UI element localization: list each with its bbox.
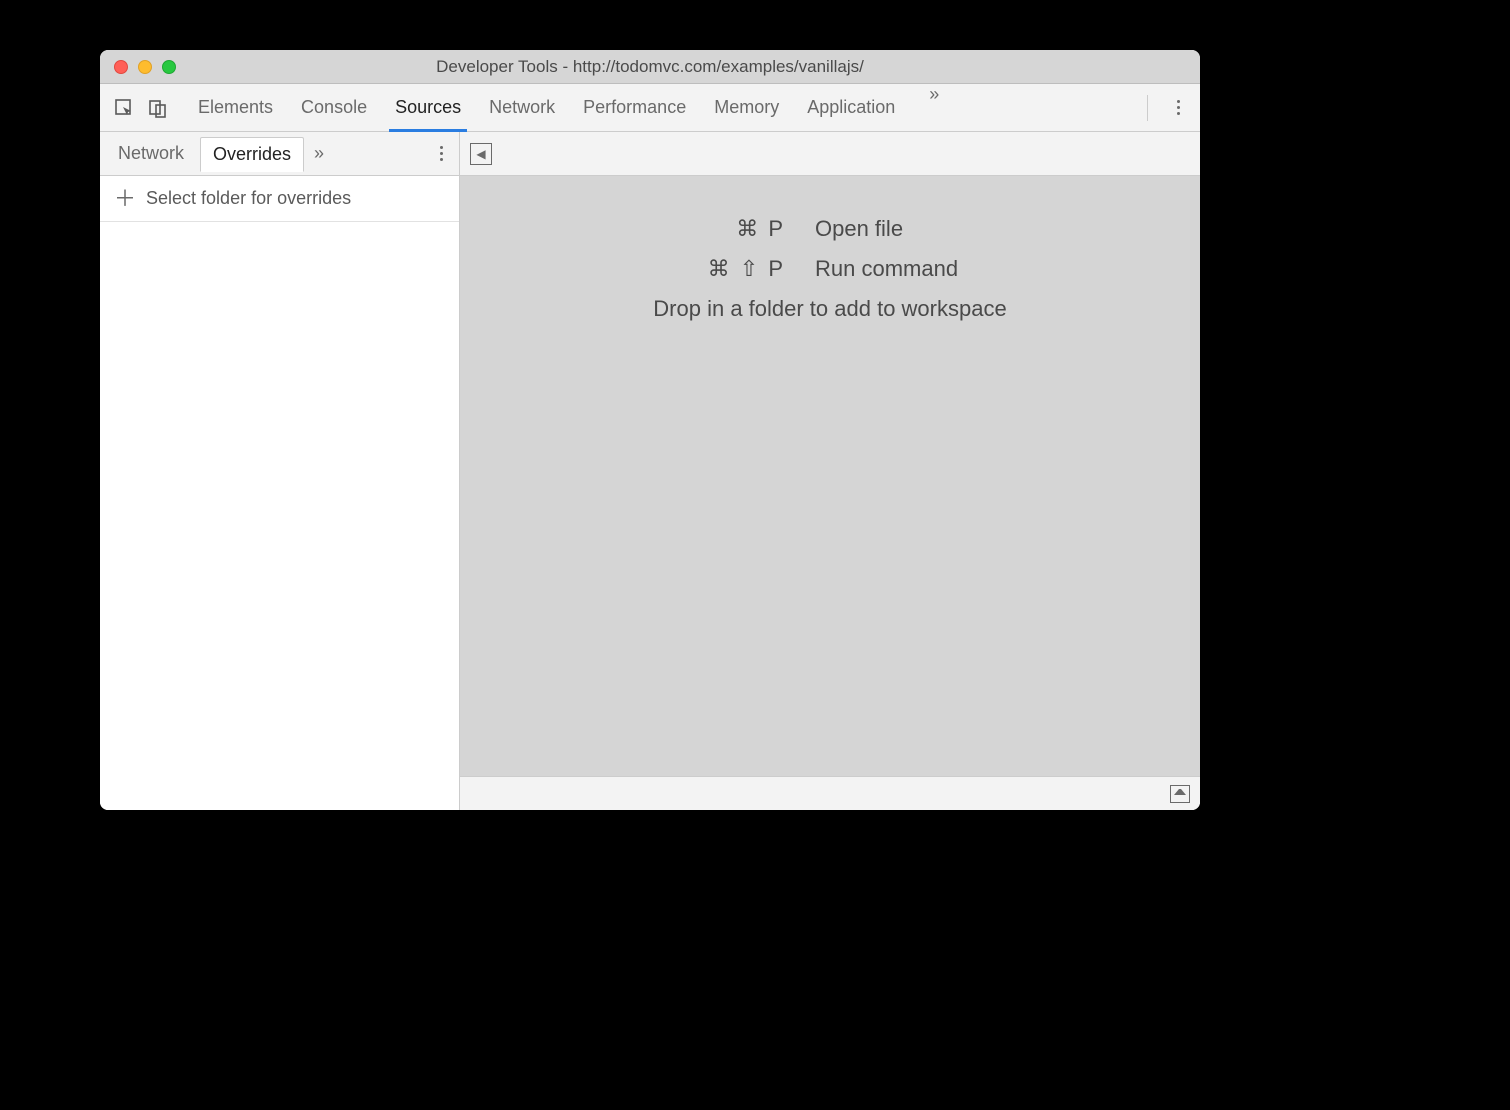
tab-console[interactable]: Console [301,84,367,131]
hint-open-file: ⌘ P Open file [605,216,1055,242]
tab-performance[interactable]: Performance [583,84,686,131]
editor-footer [460,776,1200,810]
devtools-window: Developer Tools - http://todomvc.com/exa… [100,50,1200,810]
hint-drop-folder: Drop in a folder to add to workspace [653,296,1006,322]
panel-tabs: Elements Console Sources Network Perform… [198,84,941,131]
sidebar-tabs-overflow-icon[interactable]: » [308,143,326,164]
toggle-device-toolbar-icon[interactable] [144,94,172,122]
minimize-window-icon[interactable] [138,60,152,74]
tab-application[interactable]: Application [807,84,895,131]
close-window-icon[interactable] [114,60,128,74]
tab-network[interactable]: Network [489,84,555,131]
label-run-command: Run command [815,256,1055,282]
sidebar-tab-network[interactable]: Network [106,137,196,170]
panel-body: Network Overrides » ＋ Select folder for … [100,132,1200,810]
select-folder-for-overrides[interactable]: ＋ Select folder for overrides [100,176,459,222]
hint-run-command: ⌘ ⇧ P Run command [605,256,1055,282]
collapse-sidebar-icon[interactable]: ◀ [470,143,492,165]
tab-sources[interactable]: Sources [395,84,461,131]
empty-state-hints: ⌘ P Open file ⌘ ⇧ P Run command Drop in … [460,176,1200,322]
label-open-file: Open file [815,216,1055,242]
toolbar-separator [1147,95,1148,121]
tab-memory[interactable]: Memory [714,84,779,131]
sources-sidebar: Network Overrides » ＋ Select folder for … [100,132,460,810]
zoom-window-icon[interactable] [162,60,176,74]
inspect-element-icon[interactable] [110,94,138,122]
window-titlebar: Developer Tools - http://todomvc.com/exa… [100,50,1200,84]
tab-elements[interactable]: Elements [198,84,273,131]
sidebar-menu-icon[interactable] [429,146,453,161]
console-drawer-toggle-icon[interactable] [1170,785,1190,803]
sidebar-tabs: Network Overrides » [100,132,459,176]
plus-icon: ＋ [114,188,136,210]
tabs-overflow-icon[interactable]: » [923,84,941,131]
editor-area: ◀ ⌘ P Open file ⌘ ⇧ P Run command Drop i… [460,132,1200,810]
shortcut-run-command: ⌘ ⇧ P [605,256,785,282]
main-toolbar: Elements Console Sources Network Perform… [100,84,1200,132]
editor-tabbar: ◀ [460,132,1200,176]
settings-menu-icon[interactable] [1166,100,1190,115]
select-folder-label: Select folder for overrides [146,188,351,209]
traffic-lights [100,60,176,74]
window-title: Developer Tools - http://todomvc.com/exa… [100,57,1200,77]
sidebar-tab-overrides[interactable]: Overrides [200,137,304,172]
editor-stage[interactable]: ⌘ P Open file ⌘ ⇧ P Run command Drop in … [460,176,1200,776]
shortcut-open-file: ⌘ P [605,216,785,242]
